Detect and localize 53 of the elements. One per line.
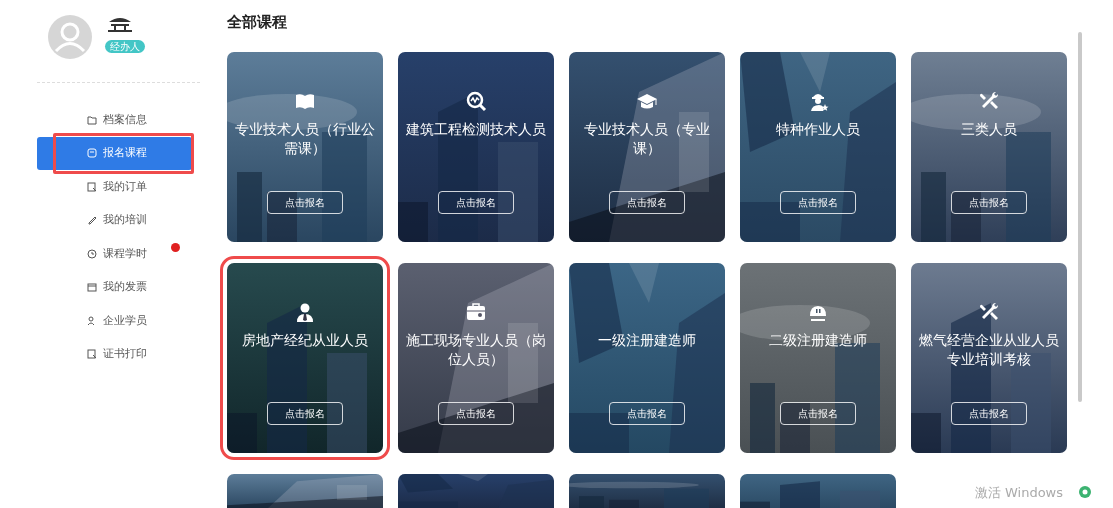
sidebar-item[interactable]: 证书打印 xyxy=(37,337,200,371)
course-title: 三类人员 xyxy=(961,120,1017,139)
course-title: 一级注册建造师 xyxy=(598,331,696,350)
course-card[interactable]: 施工现场专业人员（岗位人员） 点击报名 xyxy=(398,263,554,453)
course-title: 建筑工程检测技术人员 xyxy=(406,120,546,139)
course-title: 专业技术人员（行业公需课） xyxy=(234,120,376,158)
pen-icon xyxy=(87,215,97,226)
course-card[interactable]: 一级注册建造师 点击报名 xyxy=(569,263,725,453)
enroll-button[interactable]: 点击报名 xyxy=(951,402,1027,425)
inspect-icon xyxy=(465,90,487,112)
enroll-button[interactable]: 点击报名 xyxy=(438,191,514,214)
note-icon xyxy=(87,148,97,159)
role-badge: 经办人 xyxy=(105,40,145,53)
avatar-icon xyxy=(47,14,93,60)
enroll-button[interactable]: 点击报名 xyxy=(780,402,856,425)
tools-icon xyxy=(978,301,1000,323)
clock-icon xyxy=(87,248,97,259)
person-icon xyxy=(294,301,316,323)
sidebar-item[interactable]: 我的发票 xyxy=(37,270,200,304)
course-card[interactable]: 二级注册建造师 点击报名 xyxy=(740,263,896,453)
course-card[interactable]: 房地产经纪从业人员 点击报名 xyxy=(227,263,383,453)
course-card[interactable]: 特种作业人员 点击报名 xyxy=(740,52,896,242)
folder-icon xyxy=(87,114,97,125)
enroll-button[interactable]: 点击报名 xyxy=(609,191,685,214)
course-card[interactable]: 建筑工程检测技术人员 点击报名 xyxy=(398,52,554,242)
section-title: 全部课程 xyxy=(227,12,288,32)
course-card[interactable]: 专业技术人员（专业课） 点击报名 xyxy=(569,52,725,242)
tools-icon xyxy=(978,90,1000,112)
course-title: 施工现场专业人员（岗位人员） xyxy=(405,331,547,369)
widget-icon[interactable] xyxy=(1079,486,1091,498)
course-title: 房地产经纪从业人员 xyxy=(242,331,368,350)
enroll-button[interactable]: 点击报名 xyxy=(267,402,343,425)
enroll-button[interactable]: 点击报名 xyxy=(438,402,514,425)
course-card[interactable]: 燃气经营企业从业人员专业培训考核 点击报名 xyxy=(911,263,1067,453)
enroll-button[interactable]: 点击报名 xyxy=(780,191,856,214)
system-notice: 激活 Windows xyxy=(974,483,1063,502)
enroll-button[interactable]: 点击报名 xyxy=(609,402,685,425)
sidebar-item[interactable]: 企业学员 xyxy=(37,304,200,338)
sidebar-item[interactable]: 课程学时 xyxy=(37,237,200,271)
invoice-icon xyxy=(87,282,97,293)
enroll-button[interactable]: 点击报名 xyxy=(267,191,343,214)
briefcase-icon xyxy=(465,301,487,323)
course-title: 燃气经营企业从业人员专业培训考核 xyxy=(918,331,1060,369)
course-card[interactable]: 三类人员 点击报名 xyxy=(911,52,1067,242)
course-title: 二级注册建造师 xyxy=(769,331,867,350)
sidebar-item[interactable]: 我的订单 xyxy=(37,170,200,204)
sidebar-item[interactable]: 我的培训 xyxy=(37,203,200,237)
course-title: 专业技术人员（专业课） xyxy=(583,120,711,158)
sidebar-item[interactable]: 档案信息 xyxy=(37,103,200,137)
course-card[interactable]: 专业技术人员（行业公需课） 点击报名 xyxy=(227,52,383,242)
course-title: 特种作业人员 xyxy=(776,120,860,139)
enroll-button[interactable]: 点击报名 xyxy=(951,191,1027,214)
scrollbar[interactable] xyxy=(1078,32,1082,402)
